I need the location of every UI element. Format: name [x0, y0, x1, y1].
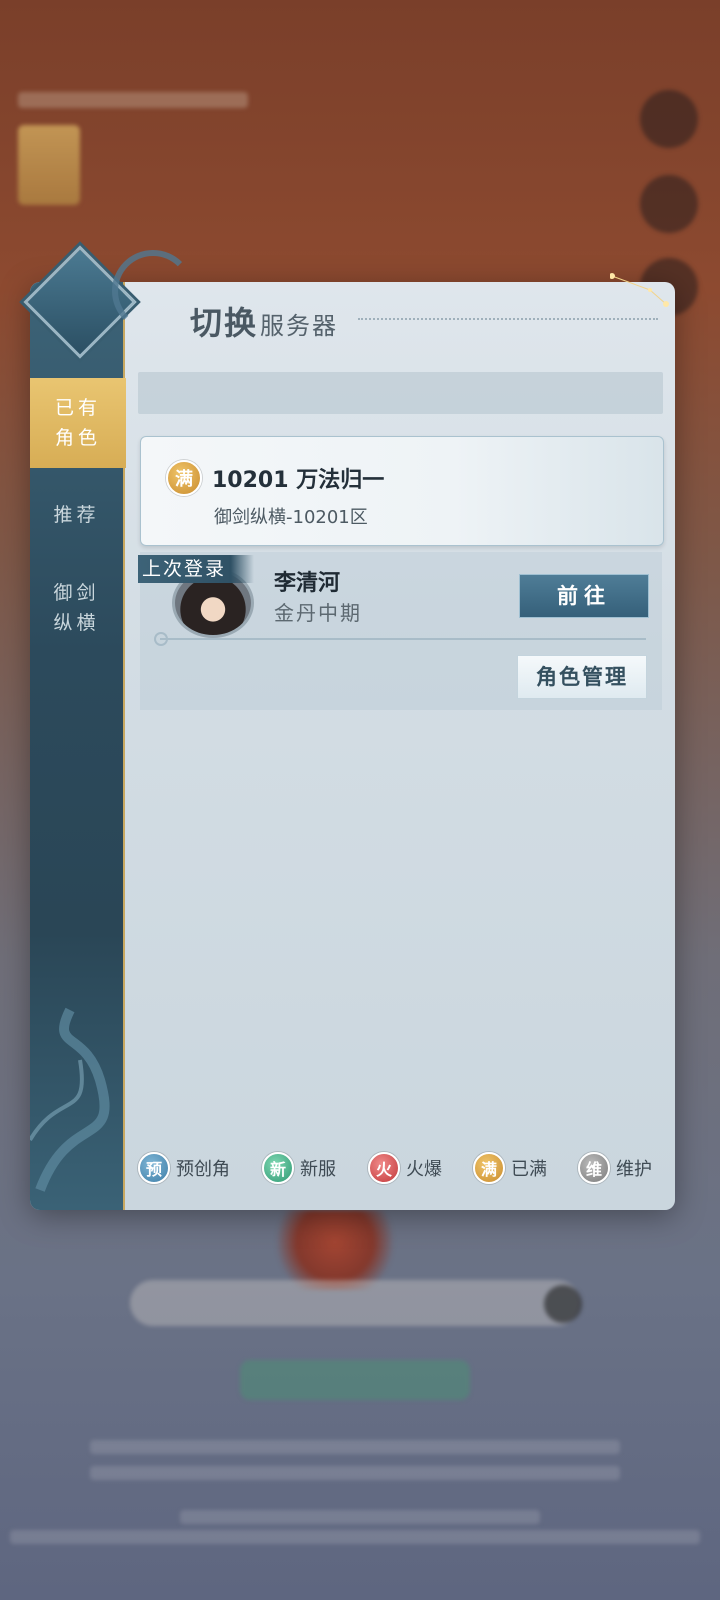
- legend-label: 新服: [300, 1159, 336, 1180]
- maintenance-icon: 维: [578, 1152, 610, 1184]
- sidebar-item-yujian-zongheng[interactable]: 御剑 纵横: [30, 578, 123, 638]
- sidebar-item-recommended[interactable]: 推荐: [30, 500, 123, 530]
- legend-label: 已满: [511, 1159, 547, 1180]
- background-character: [265, 1210, 405, 1290]
- title-divider: [358, 318, 658, 320]
- sidebar: 已有 角色 推荐 御剑 纵横: [30, 282, 126, 1210]
- server-subtitle: 御剑纵横-10201区: [214, 507, 368, 528]
- last-login-tag: 上次登录: [138, 555, 255, 583]
- hot-server-icon: 火: [368, 1152, 400, 1184]
- cloud-ornament-icon: [112, 250, 194, 332]
- server-name: 10201 万法归一: [212, 468, 385, 493]
- new-server-icon: 新: [262, 1152, 294, 1184]
- sidebar-item-label: 御剑: [53, 582, 100, 604]
- background-notice-line: [90, 1466, 620, 1480]
- role-divider: [160, 638, 646, 640]
- background-start-button: [240, 1360, 470, 1400]
- background-server-bar: [130, 1280, 580, 1326]
- go-button[interactable]: 前往: [519, 574, 649, 618]
- background-round-button: [640, 90, 698, 148]
- legend-item-hot: 火 火爆: [368, 1152, 442, 1184]
- legend-label: 维护: [616, 1159, 652, 1180]
- sidebar-item-label: 纵横: [53, 612, 100, 634]
- background-server-bar-button: [544, 1285, 582, 1323]
- background-round-button: [640, 175, 698, 233]
- role-name: 李清河: [274, 571, 341, 596]
- constellation-icon: [610, 273, 669, 307]
- title-main: 切换: [190, 304, 259, 342]
- legend-item-full: 满 已满: [473, 1152, 547, 1184]
- legend-item-maintenance: 维 维护: [578, 1152, 652, 1184]
- role-management-button[interactable]: 角色管理: [517, 655, 647, 699]
- background-notice-line: [10, 1530, 700, 1544]
- background-notice-line: [90, 1440, 620, 1454]
- pre-create-icon: 预: [138, 1152, 170, 1184]
- sidebar-item-existing-roles[interactable]: 已有 角色: [30, 378, 126, 468]
- sidebar-item-label: 已有: [54, 397, 101, 419]
- server-switch-panel: 已有 角色 推荐 御剑 纵横: [30, 282, 675, 1210]
- background-card: [18, 125, 80, 205]
- legend-label: 预创角: [176, 1159, 230, 1180]
- server-filter-bar[interactable]: [138, 372, 663, 414]
- full-server-icon: 满: [473, 1152, 505, 1184]
- sidebar-item-label: 角色: [54, 427, 101, 449]
- background-notice-line: [180, 1510, 540, 1524]
- sidebar-item-label: 推荐: [53, 504, 100, 526]
- panel-title: 切换服务器: [190, 298, 338, 344]
- role-realm: 金丹中期: [274, 601, 362, 625]
- legend-label: 火爆: [406, 1159, 442, 1180]
- sidebar-wave-ornament: [30, 1007, 110, 1192]
- full-status-icon: 满: [166, 460, 202, 496]
- legend-item-new: 新 新服: [262, 1152, 336, 1184]
- legend-item-pre-create: 预 预创角: [138, 1152, 230, 1184]
- title-sub: 服务器: [260, 312, 339, 340]
- background-text: [18, 92, 248, 108]
